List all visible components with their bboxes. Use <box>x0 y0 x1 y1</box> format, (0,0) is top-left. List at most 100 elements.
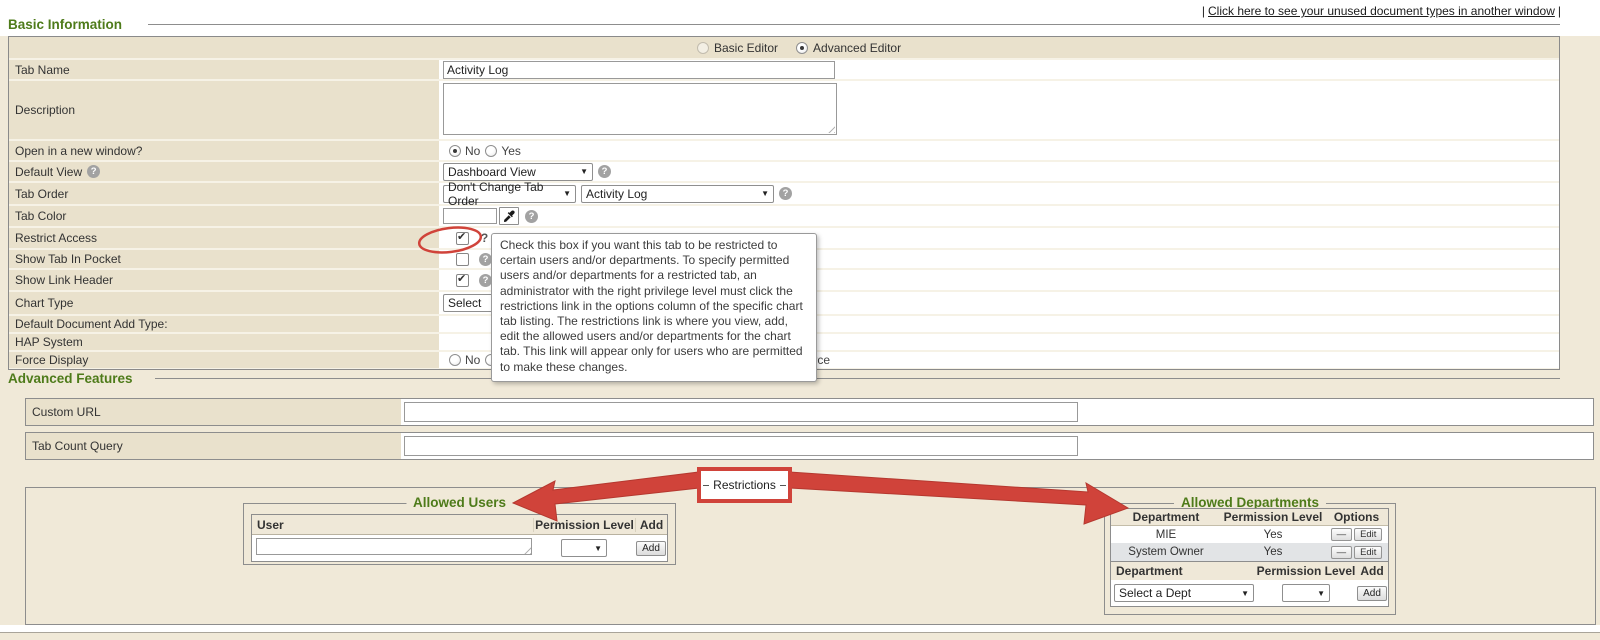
default-view-row: Default View ? Dashboard View▼ ? <box>9 162 1559 181</box>
department-select[interactable]: Select a Dept▼ <box>1114 584 1254 602</box>
user-input[interactable] <box>256 538 532 555</box>
default-view-select[interactable]: Dashboard View▼ <box>443 163 593 181</box>
departments-header-row: Department Permission Level Options <box>1111 509 1388 526</box>
tab-color-label: Tab Color <box>15 209 66 223</box>
open-new-window-yes-label: Yes <box>501 144 521 158</box>
custom-url-input[interactable] <box>404 402 1078 422</box>
add-department-header-row: Department Permission Level Add <box>1111 562 1388 580</box>
allowed-departments-table: Department Permission Level Options MIE … <box>1110 508 1389 562</box>
remove-department-button[interactable]: — <box>1331 546 1353 559</box>
dash-icon <box>703 485 709 486</box>
edit-department-button[interactable]: Edit <box>1354 546 1382 559</box>
chevron-down-icon: ▼ <box>1317 589 1325 598</box>
eyedropper-icon <box>503 210 515 223</box>
topbar: |Click here to see your unused document … <box>1199 4 1564 18</box>
hap-system-label: HAP System <box>15 335 83 349</box>
allowed-users-title: Allowed Users <box>406 495 513 510</box>
tab-color-input[interactable] <box>443 208 497 224</box>
add-column-header: Add <box>1356 564 1388 578</box>
unused-document-types-link[interactable]: Click here to see your unused document t… <box>1208 4 1555 18</box>
add-column-header: Add <box>635 518 667 532</box>
restrict-access-label: Restrict Access <box>15 231 97 245</box>
options-column-header: Options <box>1325 510 1388 524</box>
tab-name-label: Tab Name <box>15 63 70 77</box>
force-display-no-label: No <box>465 353 480 367</box>
advanced-editor-label: Advanced Editor <box>813 41 901 55</box>
add-department-button[interactable]: Add <box>1357 586 1387 601</box>
add-department-input-row: Select a Dept▼ ▼ Add <box>1111 580 1388 606</box>
restrict-access-checkbox[interactable]: ✔ <box>456 232 469 245</box>
color-picker-button[interactable] <box>499 207 519 225</box>
tab-name-row: Tab Name <box>9 60 1559 79</box>
permission-level-column-header: Permission Level <box>1256 564 1356 578</box>
basic-information-title: Basic Information <box>8 17 122 32</box>
permission-cell: Yes <box>1221 529 1325 541</box>
default-document-add-type-label: Default Document Add Type: <box>15 317 168 331</box>
restrictions-annotation-label: Restrictions <box>713 478 776 492</box>
basic-information-rule <box>148 24 1560 25</box>
department-column-header: Department <box>1111 510 1221 524</box>
department-cell: System Owner <box>1111 546 1221 558</box>
edit-department-button[interactable]: Edit <box>1354 528 1382 541</box>
force-display-no-radio[interactable] <box>449 354 461 366</box>
dash-icon <box>780 485 786 486</box>
remove-department-button[interactable]: — <box>1331 528 1353 541</box>
help-icon[interactable]: ? <box>480 232 489 245</box>
basic-editor-radio[interactable] <box>697 42 709 54</box>
default-view-label: Default View <box>15 165 82 179</box>
pipe-left: | <box>1202 4 1205 18</box>
open-new-window-no-label: No <box>465 144 480 158</box>
custom-url-label: Custom URL <box>32 405 101 419</box>
department-cell: MIE <box>1111 529 1221 541</box>
allowed-users-table: User Permission Level Add ▼ Add <box>251 514 668 562</box>
tab-order-mode-select[interactable]: Don't Change Tab Order▼ <box>443 185 576 203</box>
chevron-down-icon: ▼ <box>563 189 571 198</box>
department-column-header: Department <box>1111 564 1256 578</box>
restrict-access-tooltip: Check this box if you want this tab to b… <box>491 233 817 382</box>
tab-order-tab-select[interactable]: Activity Log▼ <box>581 185 774 203</box>
tab-count-query-input[interactable] <box>404 436 1078 456</box>
help-icon[interactable]: ? <box>779 187 792 200</box>
chevron-down-icon: ▼ <box>1241 589 1249 598</box>
show-tab-in-pocket-label: Show Tab In Pocket <box>15 252 121 266</box>
help-icon[interactable]: ? <box>525 210 538 223</box>
advanced-features-title: Advanced Features <box>8 371 133 386</box>
table-row: MIE Yes — Edit <box>1111 526 1388 543</box>
add-user-button[interactable]: Add <box>636 541 666 556</box>
show-link-header-checkbox[interactable]: ✔ <box>456 274 469 287</box>
help-icon[interactable]: ? <box>87 165 100 178</box>
add-department-table: Department Permission Level Add Select a… <box>1110 561 1389 607</box>
permission-level-column-header: Permission Level <box>1221 510 1325 524</box>
footer-bar <box>0 632 1600 640</box>
open-new-window-no-radio[interactable] <box>449 145 461 157</box>
tab-order-label: Tab Order <box>15 187 68 201</box>
open-new-window-yes-radio[interactable] <box>485 145 497 157</box>
advanced-features-rule <box>155 378 1560 379</box>
help-icon[interactable]: ? <box>598 165 611 178</box>
show-link-header-label: Show Link Header <box>15 273 113 287</box>
check-icon: ✔ <box>457 230 466 243</box>
advanced-editor-radio[interactable] <box>796 42 808 54</box>
show-tab-in-pocket-checkbox[interactable] <box>456 253 469 266</box>
user-permission-select[interactable]: ▼ <box>561 539 607 557</box>
tooltip-text: Check this box if you want this tab to b… <box>500 238 803 374</box>
tab-order-row: Tab Order Don't Change Tab Order▼ Activi… <box>9 183 1559 204</box>
description-textarea[interactable] <box>443 83 837 135</box>
open-new-window-label: Open in a new window? <box>15 144 142 158</box>
tab-count-query-row: Tab Count Query <box>25 432 1594 460</box>
chart-type-label: Chart Type <box>15 296 73 310</box>
pipe-right: | <box>1558 4 1561 18</box>
force-display-label: Force Display <box>15 353 88 367</box>
chevron-down-icon: ▼ <box>580 167 588 176</box>
description-label: Description <box>15 103 75 117</box>
chevron-down-icon: ▼ <box>761 189 769 198</box>
allowed-users-input-row: ▼ Add <box>252 535 667 561</box>
tab-color-row: Tab Color ? <box>9 206 1559 226</box>
tab-name-input[interactable] <box>443 61 835 79</box>
department-permission-select[interactable]: ▼ <box>1282 584 1330 602</box>
permission-level-column-header: Permission Level <box>533 518 635 532</box>
chevron-down-icon: ▼ <box>594 544 602 553</box>
basic-editor-label: Basic Editor <box>714 41 778 55</box>
open-new-window-row: Open in a new window? No Yes <box>9 141 1559 160</box>
permission-cell: Yes <box>1221 546 1325 558</box>
